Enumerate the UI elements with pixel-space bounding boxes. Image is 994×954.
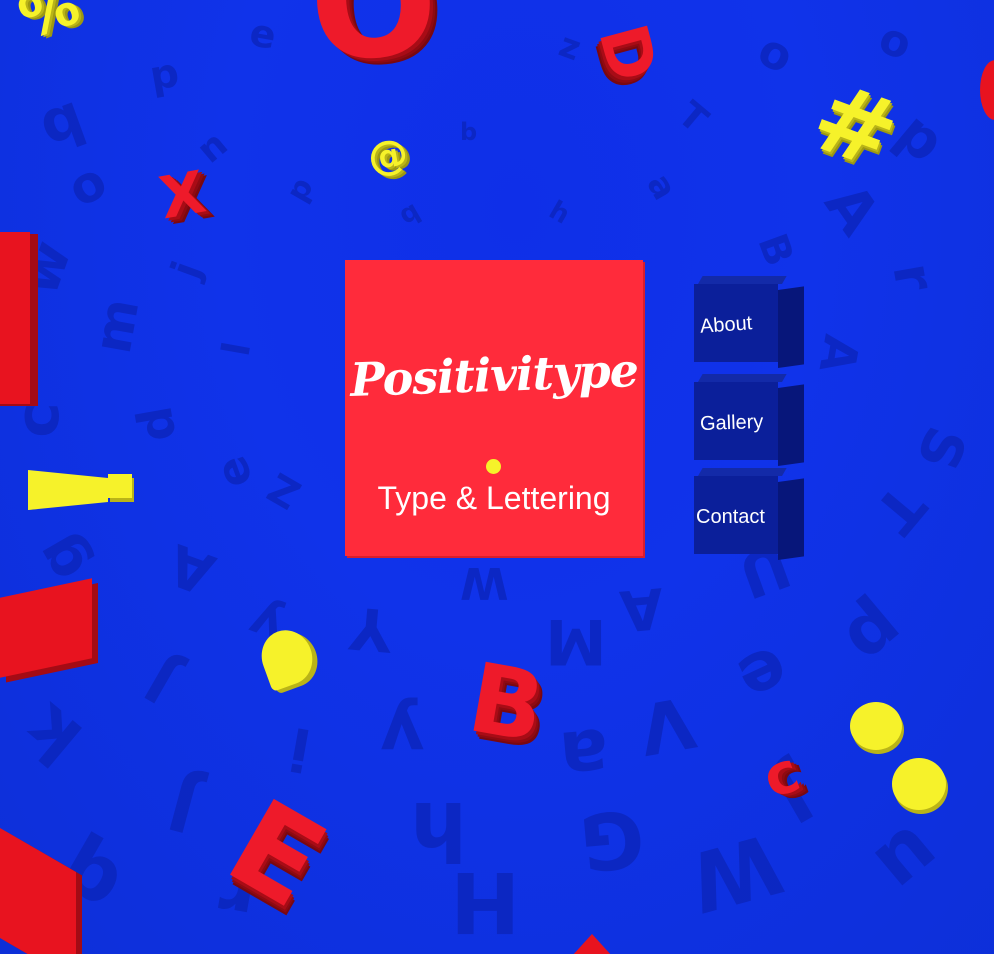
- floating-hash-sign: #: [798, 59, 913, 193]
- bg-letter: y: [380, 695, 425, 774]
- bg-letter: Z: [260, 462, 309, 518]
- bg-letter: J: [159, 762, 207, 848]
- bg-letter: o: [750, 21, 802, 85]
- nav-gallery-button[interactable]: Gallery: [694, 382, 778, 460]
- bg-letter: W: [460, 557, 509, 608]
- bg-letter: i: [284, 713, 316, 785]
- bg-letter: A: [617, 574, 667, 643]
- floating-letter-o: O: [302, 0, 445, 98]
- floating-red-wedge-bottom: [572, 934, 612, 954]
- bg-letter: W: [679, 813, 792, 930]
- bg-letter: J: [133, 644, 189, 716]
- bg-letter: p: [829, 587, 921, 683]
- bg-letter: o: [872, 12, 919, 71]
- bg-letter: z: [553, 24, 587, 70]
- bg-letter: q: [393, 195, 425, 231]
- floating-colon-dot-bottom: [892, 758, 946, 810]
- nav-contact-label: Contact: [696, 506, 765, 528]
- floating-red-letter-f-fragment: [0, 578, 92, 678]
- bg-letter: m: [82, 294, 152, 358]
- floating-colon-dot-top: [850, 702, 902, 750]
- bg-letter: T: [670, 94, 716, 142]
- bg-letter: e: [725, 628, 801, 720]
- brand-logo: Positivitype: [349, 342, 639, 408]
- bg-letter: A: [807, 330, 870, 378]
- bg-letter: e: [205, 449, 264, 495]
- bg-letter: M: [545, 605, 607, 678]
- bg-letter: p: [279, 171, 321, 208]
- bg-letter: S: [903, 418, 979, 479]
- floating-exclamation-mark: [28, 470, 108, 510]
- bg-letter: V: [633, 679, 701, 771]
- floating-letter-x: X: [154, 157, 211, 233]
- bg-letter: p: [146, 49, 183, 101]
- floating-letter-c: c: [754, 739, 809, 812]
- bg-letter: d: [126, 402, 188, 446]
- bg-letter: j: [162, 255, 211, 285]
- nav-about-button[interactable]: About: [694, 284, 778, 362]
- bg-letter: c: [2, 402, 73, 438]
- bg-letter: e: [246, 10, 280, 58]
- floating-letter-e: E: [205, 773, 347, 936]
- floating-exclamation-dot: [108, 474, 132, 498]
- brand-logo-dot: [486, 459, 501, 474]
- bg-letter: a: [556, 712, 613, 800]
- bg-letter: o: [57, 151, 117, 219]
- floating-letter-b: B: [460, 641, 553, 765]
- bg-letter: k: [9, 688, 98, 782]
- bg-letter: u: [857, 806, 958, 912]
- floating-red-block-bottom-left: [0, 828, 76, 954]
- bg-letter: A: [160, 530, 223, 607]
- logo-panel: Positivitype Type & Lettering: [345, 260, 643, 556]
- bg-letter: T: [861, 471, 939, 547]
- nav-gallery-label: Gallery: [699, 410, 764, 436]
- floating-red-arc-right-edge: [980, 60, 994, 120]
- floating-percent-sign: %: [10, 0, 89, 53]
- bg-letter: q: [29, 79, 92, 159]
- 3d-scene-canvas: q p e o n p w m j l c d e g A Z k J y i …: [0, 0, 994, 954]
- bg-letter: B: [748, 227, 803, 273]
- floating-letter-d: D: [583, 16, 673, 90]
- brand-tagline: Type & Lettering: [377, 480, 611, 516]
- bg-letter: a: [638, 167, 685, 207]
- bg-letter: G: [576, 791, 648, 887]
- bg-letter: r: [880, 258, 948, 296]
- bg-letter: b: [460, 118, 478, 146]
- bg-letter: H: [450, 853, 521, 951]
- floating-at-sign: @: [364, 129, 412, 183]
- nav-contact-button[interactable]: Contact: [694, 476, 778, 554]
- bg-letter: h: [543, 195, 575, 231]
- nav-about-label: About: [699, 312, 753, 338]
- bg-letter: Y: [347, 593, 395, 665]
- bg-letter: l: [213, 338, 260, 360]
- floating-red-bar-left: [0, 232, 30, 404]
